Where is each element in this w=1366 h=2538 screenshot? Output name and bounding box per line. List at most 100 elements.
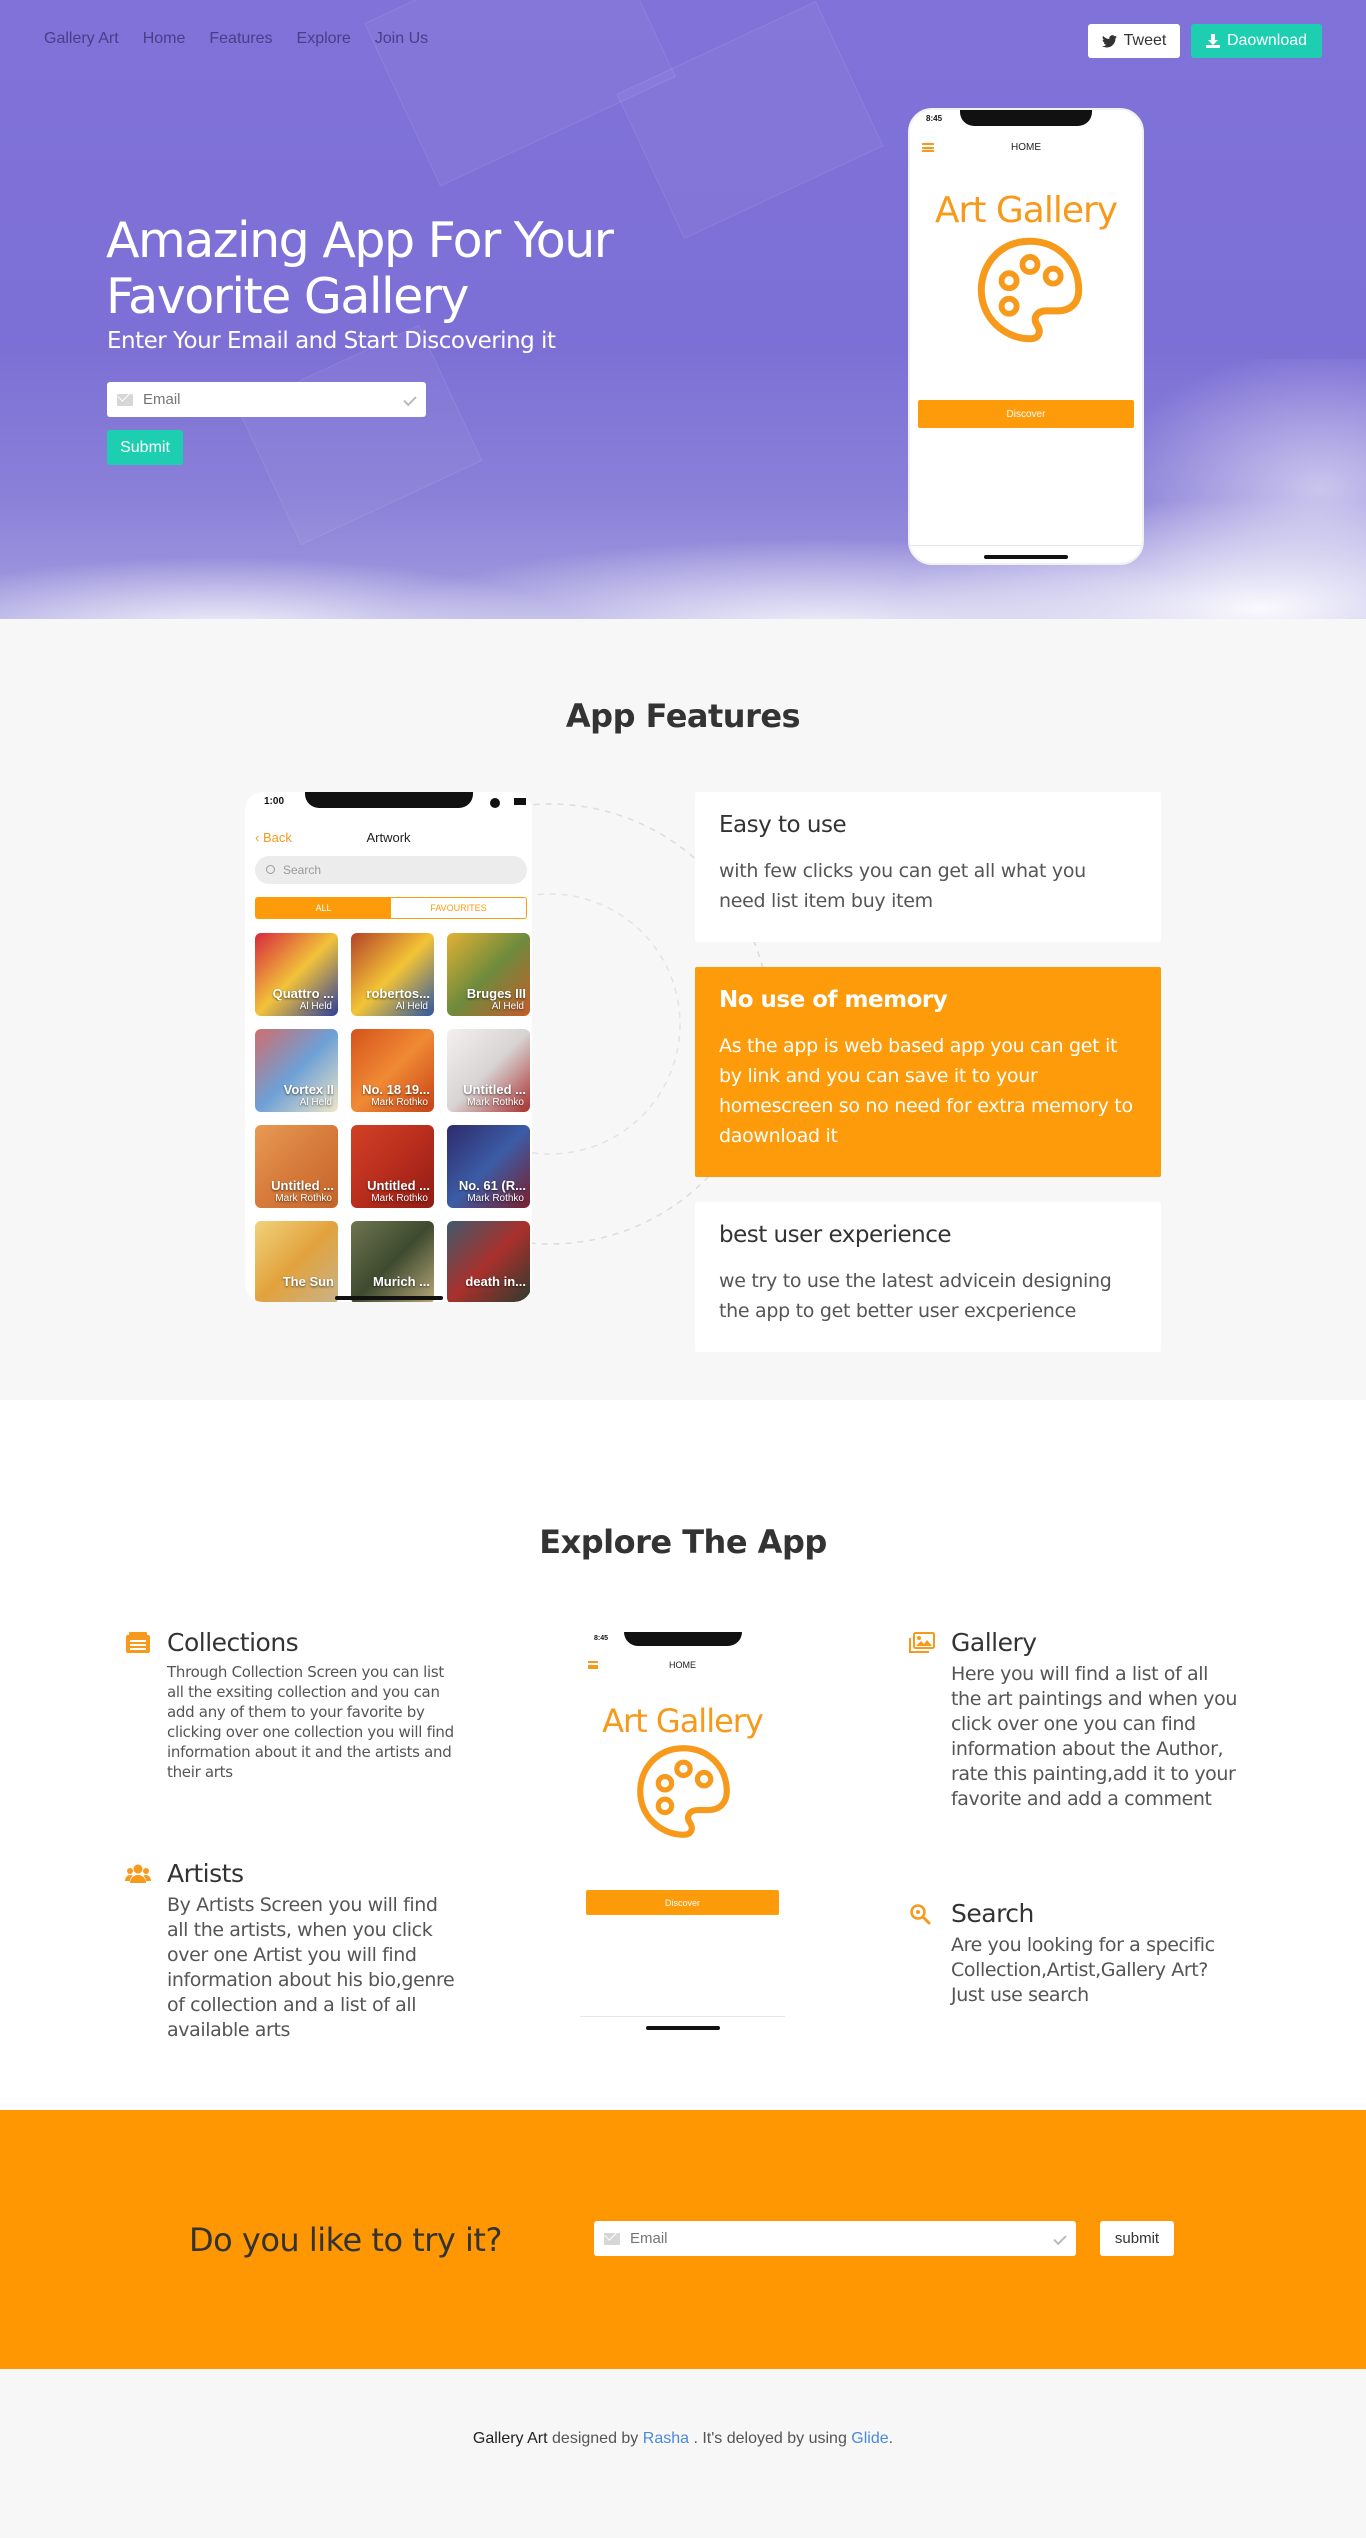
hero-title: Amazing App For Your Favorite Gallery bbox=[106, 212, 614, 325]
hero-subtitle: Enter Your Email and Start Discovering i… bbox=[107, 328, 556, 354]
feature-card-body: As the app is web based app you can get … bbox=[719, 1035, 1133, 1147]
phone-screen-title: HOME bbox=[669, 1660, 696, 1670]
footer-author-link[interactable]: Rasha bbox=[643, 2430, 689, 2447]
artwork-tile-artist: Mark Rothko bbox=[467, 1097, 524, 1108]
explore-item-body: By Artists Screen you will find all the … bbox=[167, 1894, 455, 2041]
footer-designed-by: designed by bbox=[552, 2430, 639, 2447]
artwork-tile-artist: Al Held bbox=[299, 1001, 332, 1012]
tweet-label: Tweet bbox=[1123, 32, 1167, 49]
cta-email-input[interactable] bbox=[630, 2230, 1046, 2247]
footer-platform-link[interactable]: Glide bbox=[851, 2430, 888, 2447]
artwork-phone-mockup: 1:00 ‹ Back Artwork Search ALL FAVOURITE… bbox=[245, 792, 532, 1302]
artwork-tile[interactable]: The Sun bbox=[255, 1221, 338, 1302]
artwork-tile-title: Untitled ... bbox=[463, 1082, 526, 1097]
images-icon bbox=[909, 1632, 935, 1653]
nav-link-home[interactable]: Home bbox=[143, 30, 186, 48]
feature-card-body: with few clicks you can get all what you… bbox=[719, 860, 1086, 912]
check-icon bbox=[1053, 2231, 1067, 2246]
artwork-tile[interactable]: Quattro ... Al Held bbox=[255, 933, 338, 1016]
phone-discover-button[interactable]: Discover bbox=[586, 1890, 779, 1915]
artwork-tile[interactable]: Vortex II Al Held bbox=[255, 1029, 338, 1112]
artwork-tile-artist: Mark Rothko bbox=[275, 1193, 332, 1204]
envelope-icon bbox=[117, 393, 133, 406]
explore-item-title: Search bbox=[951, 1899, 1034, 1928]
status-icons bbox=[490, 798, 526, 805]
home-indicator bbox=[334, 1296, 443, 1300]
hero-email-input[interactable] bbox=[143, 391, 396, 408]
artwork-tile[interactable]: Murich ... bbox=[351, 1221, 434, 1302]
artwork-tile-title: No. 18 19... bbox=[362, 1082, 430, 1097]
artwork-tile-title: The Sun bbox=[282, 1274, 334, 1289]
phone-screen-title: HOME bbox=[1011, 142, 1041, 153]
artwork-tile[interactable]: No. 61 (R... Mark Rothko bbox=[447, 1125, 530, 1208]
top-navbar: Gallery Art Home Features Explore Join U… bbox=[0, 0, 1366, 82]
download-button[interactable]: Daownload bbox=[1191, 24, 1322, 58]
footer-deployed-text: . It's deloyed by using bbox=[693, 2430, 847, 2447]
feature-card-user-experience: best user experience we try to use the l… bbox=[695, 1202, 1161, 1352]
artwork-tile[interactable]: Untitled ... Mark Rothko bbox=[255, 1125, 338, 1208]
status-time: 8:45 bbox=[926, 114, 943, 123]
nav-link-join-us[interactable]: Join Us bbox=[375, 30, 428, 48]
artwork-tile-artist: Mark Rothko bbox=[371, 1193, 428, 1204]
status-time: 8:45 bbox=[594, 1635, 609, 1642]
artwork-tile[interactable]: Bruges III Al Held bbox=[447, 933, 530, 1016]
feature-card-title: Easy to use bbox=[719, 812, 847, 838]
search-icon bbox=[910, 1904, 931, 1925]
hero-submit-button[interactable]: Submit bbox=[107, 430, 183, 465]
phone-discover-button[interactable]: Discover bbox=[918, 400, 1134, 428]
cta-section: Do you like to try it? submit bbox=[0, 2110, 1366, 2369]
phone-notch bbox=[623, 1632, 742, 1646]
palette-icon bbox=[637, 1745, 730, 1838]
artwork-tile-artist: Al Held bbox=[299, 1097, 332, 1108]
download-label: Daownload bbox=[1226, 32, 1308, 49]
hero-phone-mockup: 8:45 HOME Art Gallery Discover bbox=[908, 108, 1144, 565]
phone-tabbar-divider bbox=[580, 2016, 785, 2017]
collection-icon bbox=[126, 1632, 150, 1653]
phone-notch bbox=[960, 110, 1092, 126]
artwork-search-field[interactable]: Search bbox=[255, 856, 527, 884]
artwork-tile-title: No. 61 (R... bbox=[458, 1178, 526, 1193]
footer-brand: Gallery Art bbox=[472, 2430, 548, 2447]
artwork-tile-title: robertos... bbox=[366, 986, 430, 1001]
cta-title: Do you like to try it? bbox=[189, 2221, 502, 2259]
home-indicator bbox=[984, 555, 1068, 559]
artwork-segmented-control: ALL FAVOURITES bbox=[255, 897, 527, 919]
phone-notch bbox=[304, 792, 473, 808]
artwork-tile[interactable]: Untitled ... Mark Rothko bbox=[351, 1125, 434, 1208]
explore-title: Explore The App bbox=[539, 1523, 827, 1561]
artwork-tile-title: Untitled ... bbox=[271, 1178, 334, 1193]
phone-brand-title: Art Gallery bbox=[602, 1702, 764, 1740]
artwork-screen-title: Artwork bbox=[366, 830, 411, 845]
artwork-tile[interactable]: robertos... Al Held bbox=[351, 933, 434, 1016]
segment-all[interactable]: ALL bbox=[256, 898, 391, 918]
hero-email-field[interactable] bbox=[107, 382, 426, 417]
explore-item-title: Collections bbox=[167, 1628, 299, 1657]
nav-link-features[interactable]: Features bbox=[209, 30, 272, 48]
artwork-tile-artist: Mark Rothko bbox=[467, 1193, 524, 1204]
segment-favourites[interactable]: FAVOURITES bbox=[391, 898, 526, 918]
artwork-tile-title: Untitled ... bbox=[367, 1178, 430, 1193]
nav-brand[interactable]: Gallery Art bbox=[44, 30, 119, 48]
footer-credits: Gallery Art designed by Rasha . It's del… bbox=[0, 2430, 1366, 2448]
artwork-tile[interactable]: death in... bbox=[447, 1221, 530, 1302]
explore-section: Explore The App Collections Through Coll… bbox=[0, 1400, 1366, 2110]
cta-email-field[interactable] bbox=[594, 2221, 1076, 2256]
phone-brand-title: Art Gallery bbox=[934, 190, 1118, 231]
cta-submit-button[interactable]: submit bbox=[1100, 2221, 1174, 2256]
artwork-header: ‹ Back Artwork bbox=[245, 828, 532, 850]
nav-links: Gallery Art Home Features Explore Join U… bbox=[44, 30, 452, 48]
download-icon bbox=[1205, 34, 1220, 48]
artwork-tile[interactable]: Untitled ... Mark Rothko bbox=[447, 1029, 530, 1112]
feature-card-body: we try to use the latest advicein design… bbox=[719, 1270, 1112, 1322]
nav-link-explore[interactable]: Explore bbox=[297, 30, 351, 48]
artwork-tile[interactable]: No. 18 19... Mark Rothko bbox=[351, 1029, 434, 1112]
tweet-button[interactable]: Tweet bbox=[1088, 24, 1180, 58]
artwork-tile-artist: Al Held bbox=[395, 1001, 428, 1012]
explore-item-title: Gallery bbox=[951, 1628, 1037, 1657]
explore-item-body: Through Collection Screen you can list a… bbox=[167, 1663, 454, 1781]
twitter-icon bbox=[1101, 34, 1117, 47]
phone-tabbar-divider bbox=[910, 545, 1142, 546]
artwork-tile-title: death in... bbox=[465, 1274, 526, 1289]
features-title: App Features bbox=[565, 697, 801, 735]
check-icon bbox=[403, 392, 417, 407]
